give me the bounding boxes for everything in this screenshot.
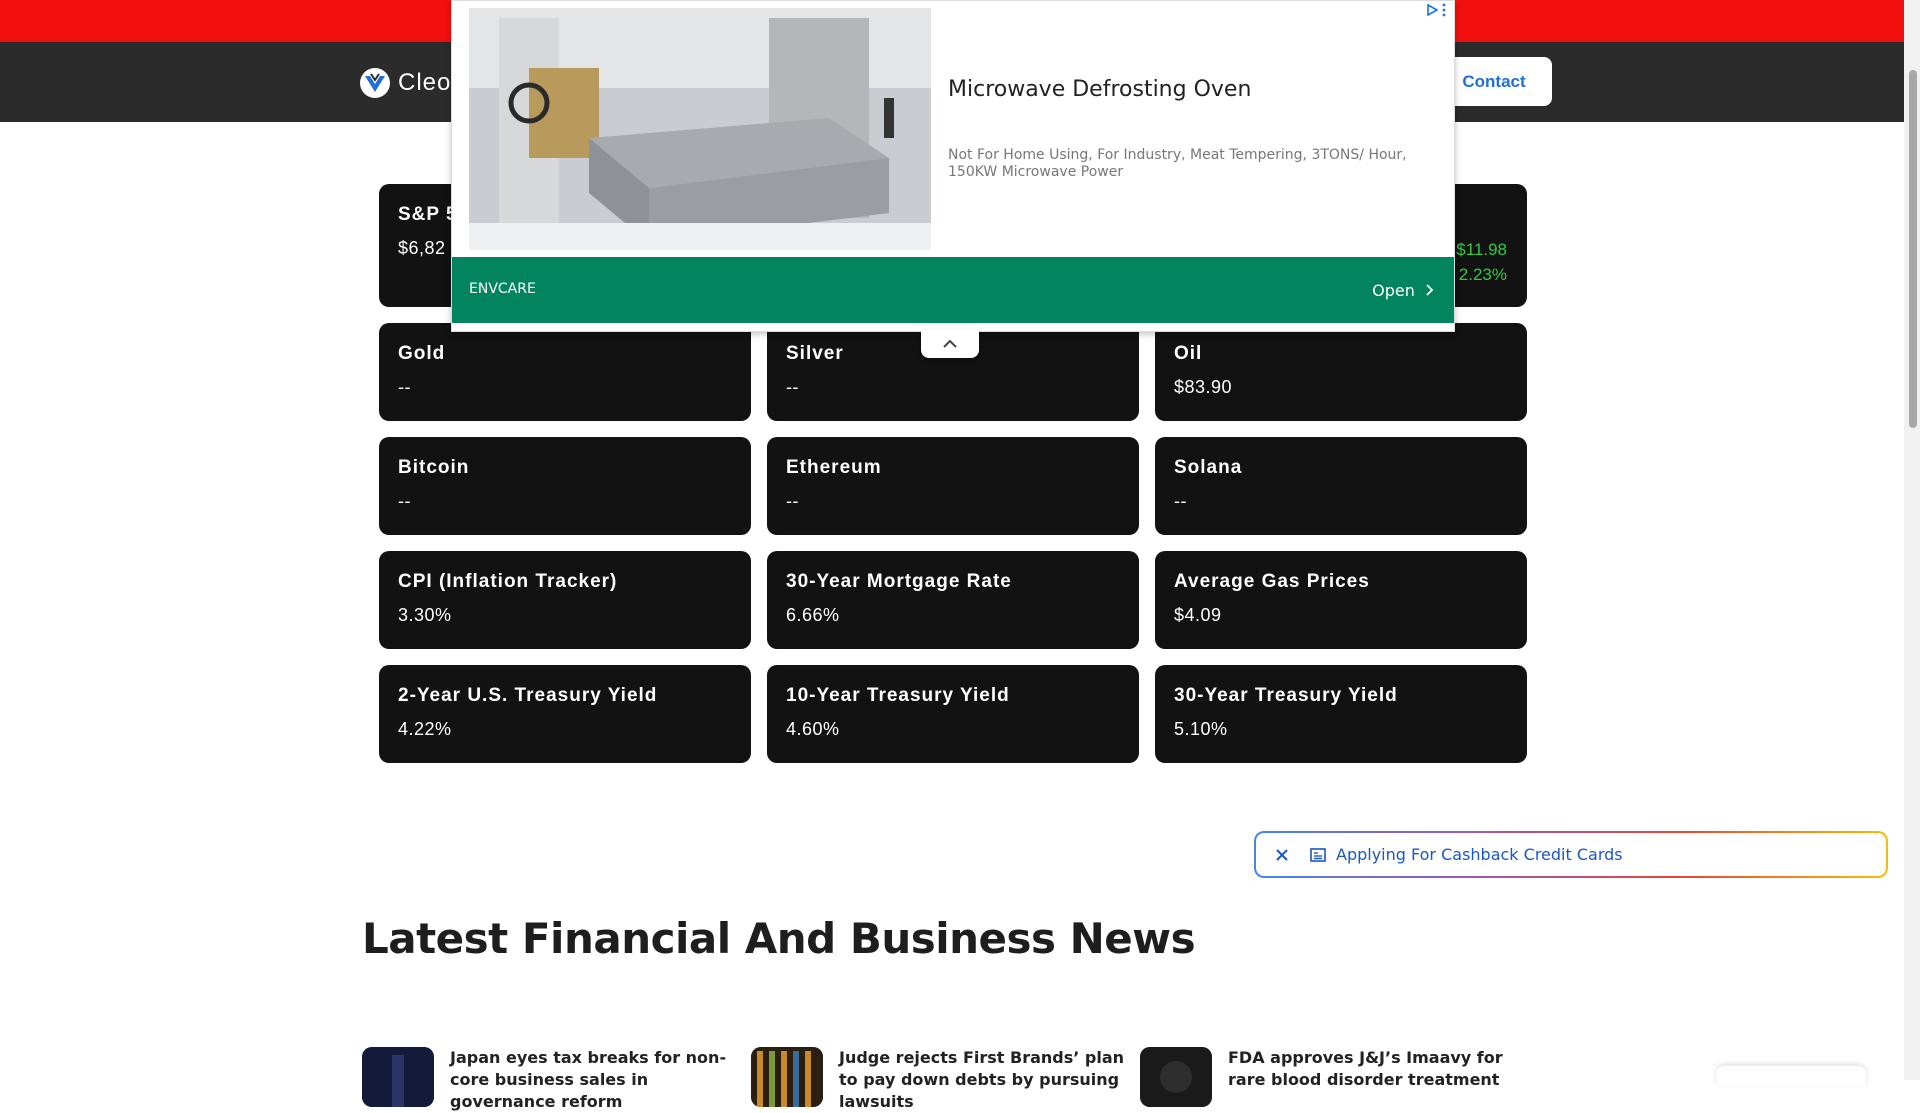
- card-change-amount: $11.98: [1456, 240, 1507, 259]
- chevron-right-icon: [1420, 281, 1434, 300]
- card-title: Solana: [1174, 457, 1243, 478]
- ad-open-button[interactable]: Open: [1372, 281, 1434, 300]
- market-card-ethereum[interactable]: Ethereum --: [767, 437, 1139, 535]
- market-card-gold[interactable]: Gold --: [379, 323, 751, 421]
- news-thumbnail[interactable]: [1140, 1047, 1212, 1107]
- news-headline[interactable]: Japan eyes tax breaks for non-core busin…: [450, 1047, 750, 1113]
- chevron-up-icon: [943, 339, 957, 348]
- news-heading: Latest Financial And Business News: [362, 914, 1196, 963]
- ad-description: Not For Home Using, For Industry, Meat T…: [948, 147, 1407, 180]
- news-thumbnail[interactable]: [362, 1047, 434, 1107]
- market-card-gas[interactable]: Average Gas Prices $4.09: [1155, 551, 1527, 649]
- market-card-30yr-treasury[interactable]: 30-Year Treasury Yield 5.10%: [1155, 665, 1527, 763]
- market-card-cpi[interactable]: CPI (Inflation Tracker) 3.30%: [379, 551, 751, 649]
- card-title: Ethereum: [786, 457, 882, 478]
- news-item[interactable]: Japan eyes tax breaks for non-core busin…: [362, 1047, 750, 1113]
- card-title: Average Gas Prices: [1174, 571, 1370, 592]
- ad-banner[interactable]: Microwave Defrosting Oven Not For Home U…: [451, 0, 1455, 332]
- floating-widget[interactable]: [1716, 1066, 1866, 1086]
- market-card-solana[interactable]: Solana --: [1155, 437, 1527, 535]
- card-value: 5.10%: [1174, 719, 1228, 739]
- card-title: 2-Year U.S. Treasury Yield: [398, 685, 658, 706]
- article-icon: [1310, 846, 1328, 864]
- suggestion-text[interactable]: Applying For Cashback Credit Cards: [1336, 845, 1623, 864]
- card-value: --: [1174, 491, 1187, 511]
- card-value: --: [398, 377, 411, 397]
- search-suggestion-pill[interactable]: Applying For Cashback Credit Cards: [1254, 831, 1888, 878]
- card-value: 4.22%: [398, 719, 452, 739]
- news-item[interactable]: Judge rejects First Brands’ plan to pay …: [751, 1047, 1139, 1113]
- card-value: --: [398, 491, 411, 511]
- market-card-10yr-treasury[interactable]: 10-Year Treasury Yield 4.60%: [767, 665, 1139, 763]
- page-scrollbar[interactable]: [1904, 0, 1920, 1080]
- ad-footer[interactable]: ENVCARE Open: [452, 257, 1454, 323]
- card-title: Gold: [398, 343, 446, 364]
- card-title: 30-Year Mortgage Rate: [786, 571, 1012, 592]
- ad-brand: ENVCARE: [469, 281, 536, 297]
- ad-title[interactable]: Microwave Defrosting Oven: [948, 77, 1251, 102]
- card-value: 3.30%: [398, 605, 452, 625]
- card-title: 10-Year Treasury Yield: [786, 685, 1010, 706]
- adchoices-icon: [1427, 4, 1438, 16]
- ad-image[interactable]: [469, 8, 931, 250]
- ad-open-label: Open: [1372, 281, 1415, 300]
- news-headline[interactable]: FDA approves J&J’s Imaavy for rare blood…: [1228, 1047, 1528, 1107]
- card-title: Oil: [1174, 343, 1203, 364]
- card-value: --: [786, 491, 799, 511]
- site-logo[interactable]: Cleo: [360, 68, 451, 98]
- market-card-mortgage[interactable]: 30-Year Mortgage Rate 6.66%: [767, 551, 1139, 649]
- card-title: CPI (Inflation Tracker): [398, 571, 618, 592]
- close-icon[interactable]: [1270, 843, 1294, 867]
- ad-choices[interactable]: [1426, 3, 1446, 17]
- card-change-percent: 2.23%: [1458, 265, 1507, 284]
- card-value: $4.09: [1174, 605, 1222, 625]
- market-card-oil[interactable]: Oil $83.90: [1155, 323, 1527, 421]
- news-headline[interactable]: Judge rejects First Brands’ plan to pay …: [839, 1047, 1139, 1113]
- market-card-2yr-treasury[interactable]: 2-Year U.S. Treasury Yield 4.22%: [379, 665, 751, 763]
- logo-icon: [360, 68, 390, 98]
- card-title: 30-Year Treasury Yield: [1174, 685, 1398, 706]
- card-value: --: [786, 377, 799, 397]
- card-value: $83.90: [1174, 377, 1233, 397]
- market-card-bitcoin[interactable]: Bitcoin --: [379, 437, 751, 535]
- card-title: Bitcoin: [398, 457, 470, 478]
- card-value: 4.60%: [786, 719, 840, 739]
- more-options-icon: [1442, 3, 1446, 17]
- ad-collapse-button[interactable]: [921, 330, 979, 358]
- scrollbar-thumb[interactable]: [1909, 70, 1917, 428]
- logo-text: Cleo: [398, 69, 452, 96]
- news-item[interactable]: FDA approves J&J’s Imaavy for rare blood…: [1140, 1047, 1528, 1107]
- news-thumbnail[interactable]: [751, 1047, 823, 1107]
- card-value: 6.66%: [786, 605, 840, 625]
